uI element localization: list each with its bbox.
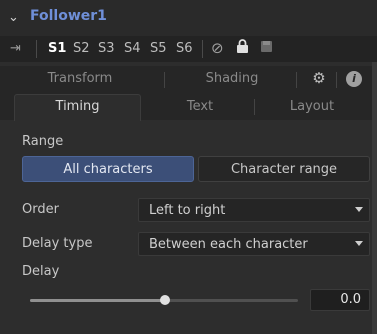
save-icon[interactable] (260, 39, 273, 57)
disable-icon[interactable]: ⊘ (211, 39, 224, 57)
order-label: Order (22, 202, 59, 217)
separator (202, 40, 203, 58)
tool-header: ⌄ Follower1 (0, 0, 377, 36)
delay-type-label: Delay type (22, 236, 93, 251)
tab-shading[interactable]: Shading (182, 71, 282, 86)
info-icon[interactable]: i (346, 71, 362, 87)
delay-slider-handle[interactable] (160, 295, 170, 305)
tab-divider (296, 72, 297, 88)
tab-divider (336, 72, 337, 88)
separator (36, 40, 37, 58)
delay-slider-fill (30, 299, 164, 302)
delay-type-value: Between each character (149, 237, 308, 252)
delay-value: 0.0 (340, 292, 361, 307)
character-range-button[interactable]: Character range (198, 156, 370, 182)
version-bar: ⇥ S1 S2 S3 S4 S5 S6 ⊘ (0, 36, 377, 62)
delay-label: Delay (22, 264, 60, 279)
version-slot-s4[interactable]: S4 (124, 41, 141, 56)
chevron-down-icon (355, 241, 363, 246)
version-slot-s3[interactable]: S3 (98, 41, 115, 56)
tab-row-1: Transform Shading ⚙ i (0, 66, 377, 92)
version-slot-s5[interactable]: S5 (150, 41, 167, 56)
pin-icon[interactable]: ⇥ (10, 41, 21, 56)
tab-transform[interactable]: Transform (20, 71, 140, 86)
tab-row-2: Timing Text Layout (0, 92, 377, 121)
delay-number-field[interactable]: 0.0 (310, 289, 370, 311)
version-slot-s2[interactable]: S2 (73, 41, 90, 56)
tab-text[interactable]: Text (150, 99, 250, 114)
tab-divider (164, 72, 165, 88)
tab-divider (254, 99, 255, 115)
order-value: Left to right (149, 203, 226, 218)
version-slot-s1[interactable]: S1 (43, 36, 67, 62)
chevron-down-icon (355, 207, 363, 212)
version-slot-s6[interactable]: S6 (176, 41, 193, 56)
tool-title[interactable]: Follower1 (30, 8, 107, 24)
scrollbar[interactable] (372, 62, 377, 334)
tab-layout[interactable]: Layout (262, 99, 362, 114)
order-dropdown[interactable]: Left to right (138, 198, 370, 222)
range-label: Range (22, 134, 64, 149)
tab-timing[interactable]: Timing (14, 94, 141, 121)
gear-icon[interactable]: ⚙ (310, 69, 328, 87)
all-characters-button[interactable]: All characters (22, 156, 194, 182)
lock-icon[interactable] (236, 39, 249, 58)
delay-type-dropdown[interactable]: Between each character (138, 232, 370, 256)
collapse-chevron-icon[interactable]: ⌄ (8, 10, 19, 25)
